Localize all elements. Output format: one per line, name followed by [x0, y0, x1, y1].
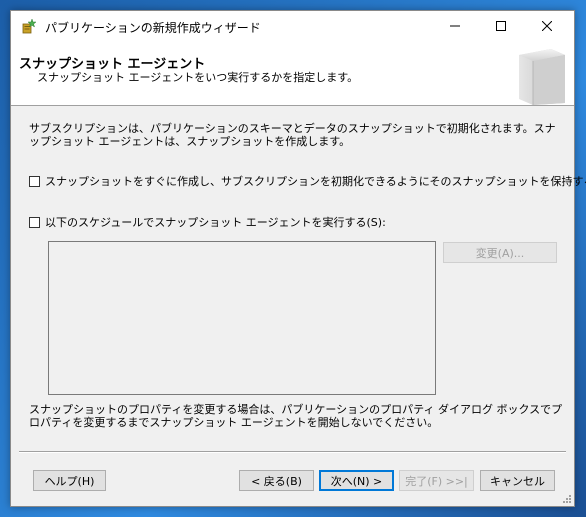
next-button[interactable]: 次へ(N) >: [319, 470, 394, 491]
schedule-description-box: [48, 241, 436, 395]
immediate-snapshot-checkbox[interactable]: [29, 175, 40, 187]
wizard-app-icon: [21, 18, 37, 34]
back-button[interactable]: < 戻る(B): [239, 470, 314, 491]
resize-grip-icon[interactable]: [562, 494, 572, 504]
minimize-icon: [450, 25, 460, 27]
wizard-header: スナップショット エージェント スナップショット エージェントをいつ実行するかを…: [11, 41, 574, 106]
maximize-icon: [496, 21, 506, 31]
cancel-button[interactable]: キャンセル: [480, 470, 555, 491]
title-bar[interactable]: パブリケーションの新規作成ウィザード: [11, 11, 574, 41]
maximize-button[interactable]: [478, 11, 524, 41]
close-icon: [542, 21, 552, 31]
minimize-button[interactable]: [432, 11, 478, 41]
finish-button[interactable]: 完了(F) >>|: [399, 470, 474, 491]
change-schedule-button[interactable]: 変更(A)...: [443, 242, 557, 263]
schedule-snapshot-label: 以下のスケジュールでスナップショット エージェントを実行する(S):: [45, 216, 386, 229]
server-graphic-icon: [519, 49, 565, 105]
wizard-window: パブリケーションの新規作成ウィザード スナップショット エージェント スナップシ…: [10, 10, 586, 507]
schedule-snapshot-checkbox[interactable]: [29, 216, 40, 228]
close-button[interactable]: [524, 11, 570, 41]
window-title: パブリケーションの新規作成ウィザード: [45, 21, 261, 35]
immediate-snapshot-label: スナップショットをすぐに作成し、サブスクリプションを初期化できるようにそのスナッ…: [45, 175, 586, 188]
help-button[interactable]: ヘルプ(H): [33, 470, 106, 491]
snapshot-note-text: スナップショットのプロパティを変更する場合は、パブリケーションのプロパティ ダイ…: [29, 403, 563, 429]
option-schedule-snapshot[interactable]: 以下のスケジュールでスナップショット エージェントを実行する(S):: [29, 215, 386, 229]
page-subtitle: スナップショット エージェントをいつ実行するかを指定します。: [37, 71, 359, 84]
option-immediate-snapshot[interactable]: スナップショットをすぐに作成し、サブスクリプションを初期化できるようにそのスナッ…: [29, 174, 586, 188]
intro-text: サブスクリプションは、パブリケーションのスキーマとデータのスナップショットで初期…: [29, 122, 556, 148]
footer-divider: [19, 451, 566, 453]
desktop-background: パブリケーションの新規作成ウィザード スナップショット エージェント スナップシ…: [0, 0, 586, 517]
